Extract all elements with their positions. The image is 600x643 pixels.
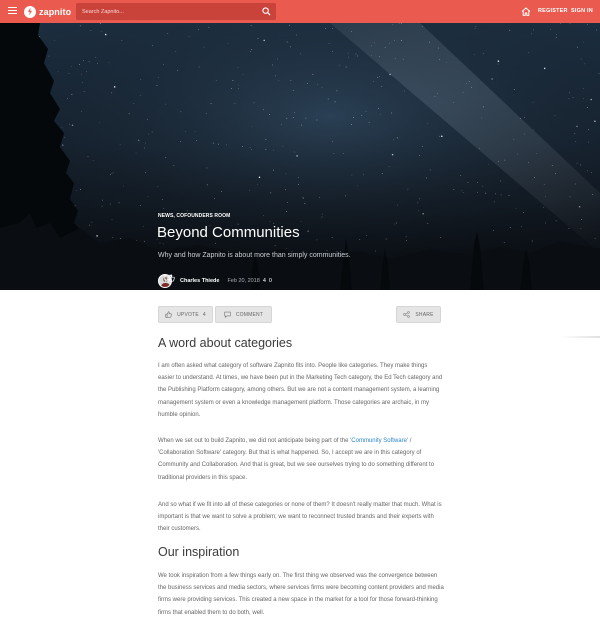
share-button[interactable]: SHARE: [396, 306, 441, 323]
upvote-button[interactable]: UPVOTE 4: [158, 306, 213, 323]
paragraph: When we set out to build Zapnito, we did…: [158, 435, 444, 484]
search-box: [76, 3, 276, 20]
lightning-logo-icon: [24, 5, 36, 18]
comment-label: COMMENT: [235, 311, 264, 318]
post-title: Beyond Communities: [157, 224, 300, 241]
share-icon: [403, 311, 411, 318]
hero-banner: NEWS, COFOUNDERS ROOM Beyond Communities…: [0, 23, 600, 290]
section-heading: Our inspiration: [158, 545, 240, 559]
upvote-label: UPVOTE: [177, 311, 199, 318]
paragraph: We took inspiration from a few things ea…: [158, 573, 444, 616]
thumbs-up-icon: [165, 311, 172, 318]
home-icon[interactable]: [521, 7, 531, 16]
top-navigation-bar: zapnito REGISTER SIGN IN: [0, 0, 600, 23]
post-date: Feb 20, 2018: [227, 278, 260, 284]
post-meta: Charles Thiede Feb 20, 2018 4 0: [158, 274, 272, 288]
post-categories[interactable]: NEWS, COFOUNDERS ROOM: [158, 213, 230, 219]
author-name[interactable]: Charles Thiede: [180, 278, 219, 284]
share-label: SHARE: [415, 311, 434, 318]
comment-bubble-icon: [164, 274, 172, 282]
paragraph-text: / 'Collaboration Software' category. But…: [158, 438, 435, 481]
search-icon[interactable]: [262, 7, 271, 16]
comment-button[interactable]: COMMENT: [215, 306, 272, 323]
upvote-count: 4: [202, 311, 206, 318]
brand-name: zapnito: [39, 6, 72, 17]
sign-in-link[interactable]: SIGN IN: [571, 8, 593, 14]
brand-logo[interactable]: zapnito: [24, 5, 71, 18]
paragraph: And so what if we fit into all of these …: [158, 502, 442, 533]
comment-bubble-icon: [224, 311, 231, 318]
search-input[interactable]: [76, 3, 256, 20]
divider: [560, 336, 600, 338]
community-software-link[interactable]: 'Community Software': [350, 438, 408, 444]
comments-count: 0: [268, 278, 272, 284]
post-subtitle: Why and how Zapnito is about more than s…: [158, 252, 351, 259]
paragraph: I am often asked what category of softwa…: [158, 363, 443, 418]
register-link[interactable]: REGISTER: [538, 8, 568, 14]
menu-icon[interactable]: [8, 7, 17, 15]
starry-night-image: [0, 23, 600, 290]
section-heading: A word about categories: [158, 336, 293, 350]
likes-count: 4: [262, 278, 266, 284]
paragraph-text: When we set out to build Zapnito, we did…: [158, 438, 351, 444]
